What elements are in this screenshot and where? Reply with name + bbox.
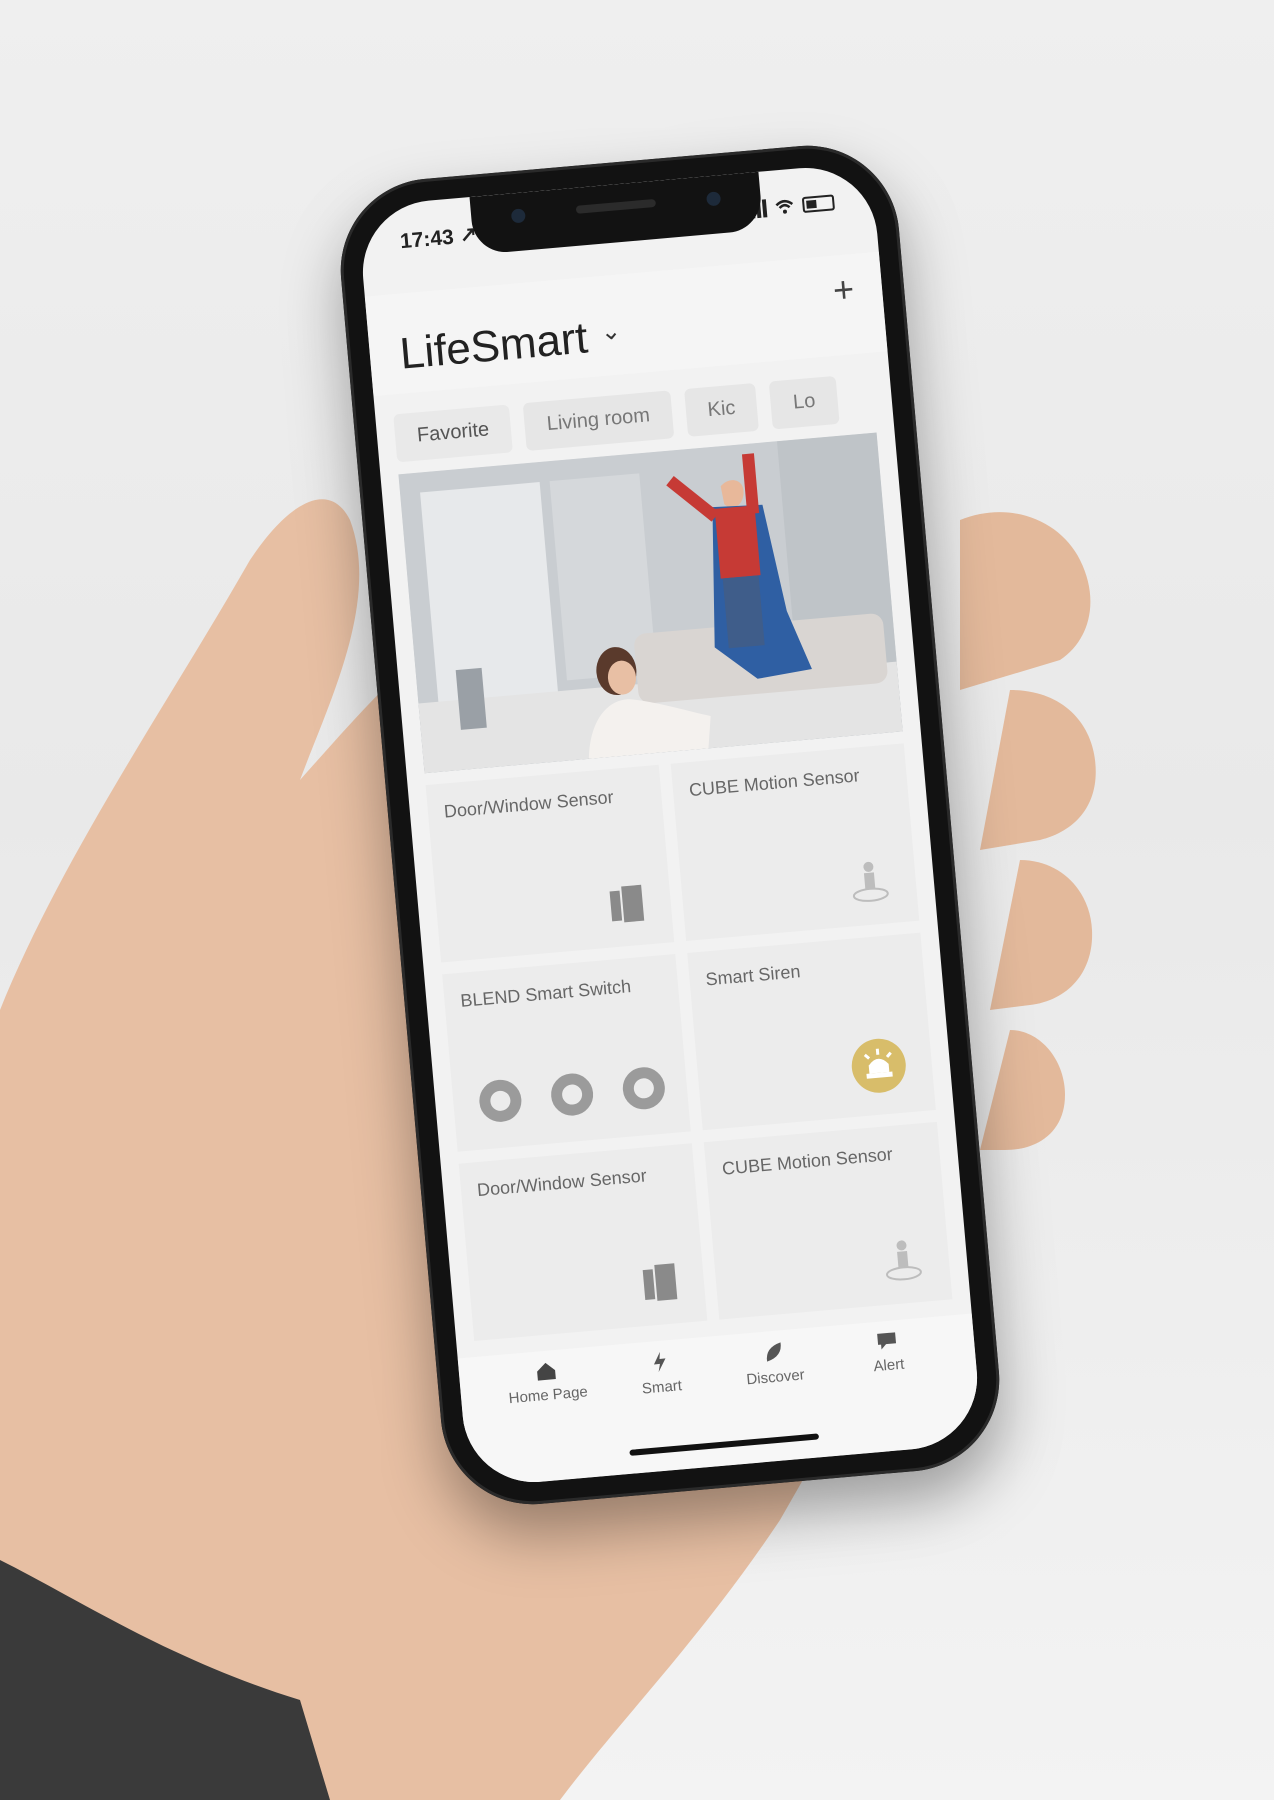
device-title: Door/Window Sensor <box>443 786 615 822</box>
switch-button-3[interactable] <box>621 1065 667 1112</box>
device-grid: Door/Window Sensor CUBE Motion Sensor BL… <box>425 743 953 1342</box>
camera-feed-image[interactable] <box>398 432 903 774</box>
scene-background: 17:43 ↗ LifeSmart ⌄ + Favorite Living ro… <box>0 0 1274 1800</box>
tab-living-room[interactable]: Living room <box>522 390 674 452</box>
device-title: Door/Window Sensor <box>476 1165 648 1201</box>
tab-more[interactable]: Lo <box>769 375 840 430</box>
leaf-icon <box>766 1342 781 1362</box>
device-title: BLEND Smart Switch <box>459 976 632 1011</box>
tab-label: Alert <box>872 1355 906 1376</box>
wifi-icon <box>775 199 794 214</box>
sensor-icon <box>706 191 722 207</box>
siren-icon[interactable] <box>849 1036 909 1095</box>
device-card[interactable]: BLEND Smart Switch <box>442 954 691 1152</box>
switch-button-2[interactable] <box>549 1071 595 1118</box>
chat-icon <box>877 1332 897 1350</box>
device-card[interactable]: Door/Window Sensor <box>458 1143 708 1342</box>
device-card[interactable]: CUBE Motion Sensor <box>670 743 920 942</box>
switch-button-1[interactable] <box>477 1078 524 1124</box>
door-sensor-icon <box>642 1263 678 1301</box>
tab-label: Home Page <box>508 1383 589 1408</box>
tab-home-page[interactable]: Home Page <box>495 1357 605 1485</box>
door-sensor-icon <box>609 884 645 923</box>
tab-alert[interactable]: Alert <box>836 1327 946 1455</box>
speaker-grill <box>575 198 657 214</box>
add-device-button[interactable]: + <box>831 268 856 312</box>
tab-favorite[interactable]: Favorite <box>393 404 514 463</box>
tab-kitchen[interactable]: Kic <box>683 382 760 437</box>
home-icon <box>537 1362 556 1381</box>
front-camera-icon <box>510 208 526 224</box>
switch-rings <box>477 1065 667 1124</box>
tab-label: Smart <box>641 1377 683 1398</box>
device-card[interactable]: Door/Window Sensor <box>425 764 675 963</box>
motion-sensor-icon <box>886 1240 922 1281</box>
battery-icon <box>801 194 836 214</box>
app-logo: LifeSmart <box>397 313 590 379</box>
phone-device: 17:43 ↗ LifeSmart ⌄ + Favorite Living ro… <box>333 138 1007 1512</box>
device-title: CUBE Motion Sensor <box>721 1143 894 1179</box>
tab-smart[interactable]: Smart <box>609 1347 719 1475</box>
chevron-down-icon[interactable]: ⌄ <box>600 316 623 347</box>
device-card[interactable]: CUBE Motion Sensor <box>703 1121 953 1320</box>
motion-sensor-icon <box>852 861 889 902</box>
device-title: Smart Siren <box>704 961 802 990</box>
device-title: CUBE Motion Sensor <box>688 765 861 801</box>
status-time: 17:43 ↗ <box>399 223 478 254</box>
device-card[interactable]: Smart Siren <box>687 932 936 1131</box>
tab-label: Discover <box>745 1366 806 1389</box>
lightning-icon <box>653 1351 666 1373</box>
app-header: LifeSmart ⌄ + <box>364 251 888 397</box>
